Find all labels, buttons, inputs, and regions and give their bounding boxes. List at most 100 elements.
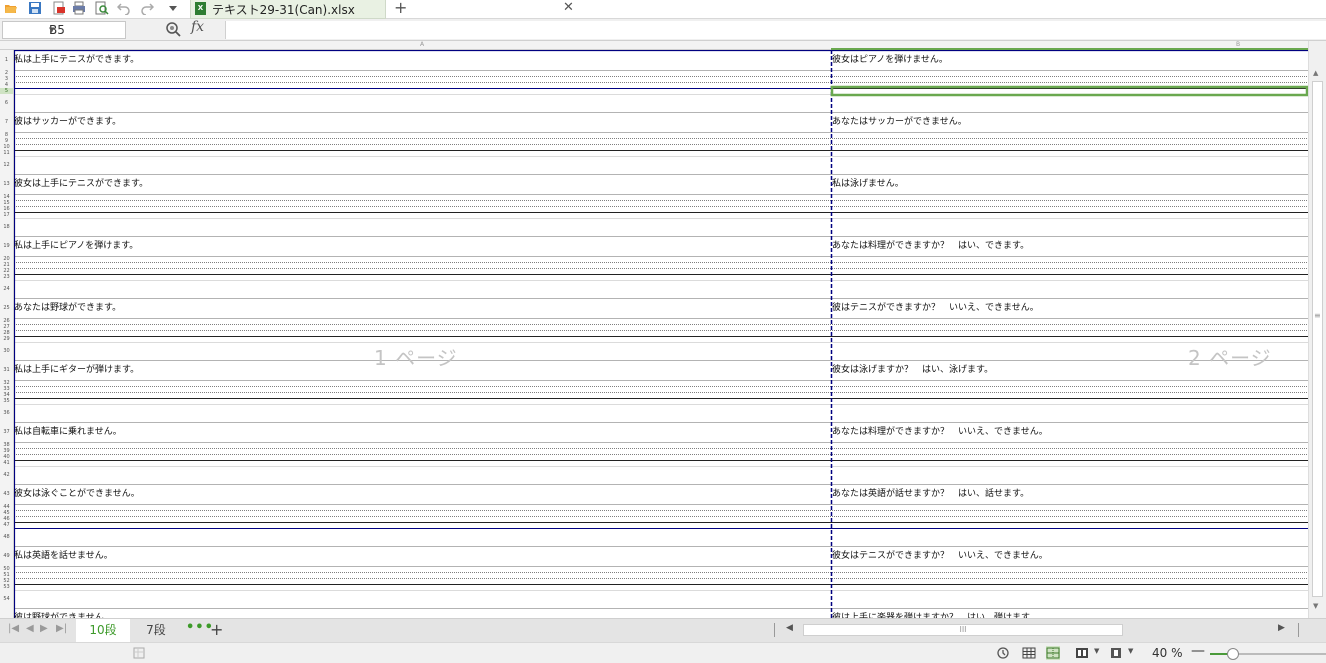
row-header[interactable]: 17 [0,212,13,218]
horizontal-scroll-thumb[interactable]: III [803,624,1123,636]
cell-a[interactable]: 彼女は上手にテニスができます。 [14,178,148,190]
cell-a[interactable]: 彼女は泳ぐことができません。 [14,488,140,500]
name-box[interactable]: B5 ▼ [2,21,126,39]
column-header-a[interactable]: A [420,41,424,48]
undo-icon[interactable] [117,1,131,15]
document-tab-name: テキスト29-31(Can).xlsx [212,3,355,17]
row-header[interactable]: 7 [0,119,13,125]
row-header[interactable]: 19 [0,243,13,249]
row-header[interactable]: 48 [0,534,13,540]
cell-a[interactable]: 私は上手にギターが弾けます。 [14,364,139,376]
cell-b[interactable]: 彼女はテニスができますか？ いいえ、できません。 [832,550,1048,562]
lookup-zoom-icon[interactable] [165,21,181,37]
vertical-scroll-thumb[interactable] [1312,81,1323,597]
cell-a[interactable]: 私は上手にピアノを弾けます。 [14,240,138,252]
cell-a[interactable]: 私は英語を話せません。 [14,550,113,562]
normal-view-icon[interactable] [1022,646,1036,660]
close-icon[interactable]: ✕ [563,0,574,15]
cell-b[interactable]: 彼はテニスができますか？ いいえ、できません。 [832,302,1039,314]
selected-cell-outline [830,85,1308,97]
cell-b[interactable]: あなたはサッカーができません。 [832,116,967,128]
row-header[interactable]: 18 [0,224,13,230]
row-header[interactable]: 25 [0,305,13,311]
redo-icon[interactable] [140,1,154,15]
row-header[interactable]: 24 [0,286,13,292]
add-sheet-button[interactable]: + [210,620,223,639]
formula-input[interactable] [225,21,1326,39]
last-sheet-icon[interactable]: ▶| [56,623,67,634]
worksheet-grid[interactable]: 1 ページ 2 ページ 私は上手にテニスができます。 彼はサッカーができます。 彼女… [14,50,1308,618]
row-header[interactable]: 6 [0,100,13,106]
divider [774,623,775,637]
zoom-level[interactable]: 40 % [1152,646,1183,660]
cell-a[interactable]: 彼はサッカーができます。 [14,116,121,128]
cell-b[interactable]: 彼女は泳げますか？ はい、泳げます。 [832,364,993,376]
row-header[interactable]: 49 [0,553,13,559]
more-dropdown-icon[interactable] [166,1,180,15]
sheet-tab-10dan[interactable]: 10段 [76,619,130,642]
zoom-out-button[interactable]: — [1191,643,1205,659]
export-pdf-icon[interactable] [52,1,66,15]
cell-b[interactable]: あなたは英語が話せますか？ はい、話せます。 [832,488,1029,500]
first-sheet-icon[interactable]: |◀ [8,623,19,634]
spreadsheet-app: X テキスト29-31(Can).xlsx ✕ + B5 ▼ fx A B 12… [0,0,1326,663]
row-header[interactable]: 54 [0,596,13,602]
column-header-b[interactable]: B [1236,41,1240,48]
row-header[interactable]: 47 [0,522,13,528]
new-tab-button[interactable]: + [394,0,407,17]
save-icon[interactable] [28,1,42,15]
scroll-grip-icon: ≡ [1314,311,1321,320]
cell-b[interactable]: あなたは料理ができますか？ いいえ、できません。 [832,426,1048,438]
sheet-tabs-bar: |◀ ◀ ▶ ▶| 10段 7段 ••• + ◀ III ▶ [0,618,1326,642]
row-header[interactable]: 23 [0,274,13,280]
chevron-down-icon[interactable]: ▼ [1128,647,1133,655]
divider [1298,623,1299,637]
zoom-slider-knob[interactable] [1227,648,1240,660]
document-tab[interactable]: X テキスト29-31(Can).xlsx ✕ [190,0,574,19]
cell-b[interactable]: 彼女はピアノを弾けません。 [832,54,948,66]
horizontal-scrollbar[interactable]: ◀ III ▶ [774,622,1299,639]
vertical-scrollbar[interactable]: ▲ ≡ ▼ [1308,41,1326,618]
row-header[interactable]: 41 [0,460,13,466]
row-header[interactable]: 43 [0,491,13,497]
next-sheet-icon[interactable]: ▶ [40,623,48,634]
row-header[interactable]: 30 [0,348,13,354]
row-header[interactable]: 5 [0,88,13,94]
cell-a[interactable]: あなたは野球ができます。 [14,302,121,314]
scroll-right-icon[interactable]: ▶ [1278,623,1285,633]
row-header[interactable]: 29 [0,336,13,342]
cell-a[interactable]: 私は上手にテニスができます。 [14,54,139,66]
row-header[interactable]: 11 [0,150,13,156]
print-preview-icon[interactable] [95,1,109,15]
row-header[interactable]: 36 [0,410,13,416]
row-header[interactable]: 42 [0,472,13,478]
cell-b[interactable]: 私は泳げません。 [832,178,904,190]
open-folder-icon[interactable] [4,1,18,15]
scroll-up-icon[interactable]: ▲ [1313,69,1318,77]
page-1-watermark: 1 ページ [374,346,458,370]
insert-function-button[interactable]: fx [191,19,204,35]
row-header[interactable]: 13 [0,181,13,187]
row-header[interactable]: 1 [0,57,13,63]
reading-mode-icon[interactable] [1109,646,1123,660]
print-icon[interactable] [72,1,86,15]
row-header[interactable]: 12 [0,162,13,168]
cell-a[interactable]: 私は自転車に乗れません。 [14,426,122,438]
cell-b[interactable]: あなたは料理ができますか？ はい、できます。 [832,240,1029,252]
chevron-down-icon[interactable]: ▼ [1094,647,1099,655]
page-break-preview-icon[interactable] [1046,646,1060,660]
row-header[interactable]: 35 [0,398,13,404]
chevron-down-icon[interactable]: ▼ [49,26,121,34]
scroll-left-icon[interactable]: ◀ [786,623,793,633]
row-header[interactable]: 53 [0,584,13,590]
title-toolbar: X テキスト29-31(Can).xlsx ✕ + [0,0,1326,19]
history-icon[interactable] [996,646,1010,660]
page-layout-icon[interactable] [1075,646,1089,660]
row-header[interactable]: 37 [0,429,13,435]
macro-record-icon[interactable] [132,646,146,660]
scroll-down-icon[interactable]: ▼ [1313,602,1318,610]
sheet-tab-7dan[interactable]: 7段 [136,619,176,642]
row-header[interactable]: 31 [0,367,13,373]
zoom-slider[interactable] [1210,648,1326,660]
prev-sheet-icon[interactable]: ◀ [26,623,34,634]
